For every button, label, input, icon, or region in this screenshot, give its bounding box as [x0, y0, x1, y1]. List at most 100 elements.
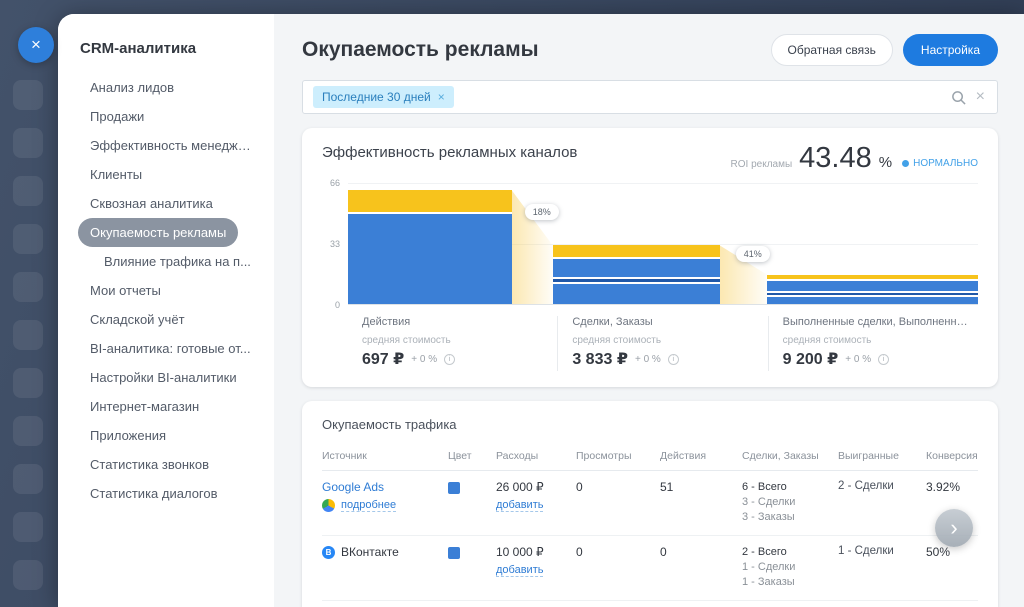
stage-cost-label: средняя стоимость — [362, 335, 549, 346]
expenses-add-link[interactable]: добавить — [496, 499, 543, 512]
table-column-header[interactable]: Просмотры — [576, 450, 660, 462]
background-app-icon — [13, 512, 43, 542]
stage-cost-label: средняя стоимость — [783, 335, 970, 346]
settings-button[interactable]: Настройка — [903, 34, 998, 66]
background-app-icon — [13, 464, 43, 494]
table-column-header[interactable]: Цвет — [448, 450, 496, 462]
search-icon[interactable] — [951, 90, 966, 105]
views-cell: 0 — [576, 545, 660, 590]
won-value: 2 - Сделки — [838, 480, 918, 492]
conversion-cell: 50% — [926, 545, 978, 590]
background-app-icon — [13, 560, 43, 590]
sidebar-item[interactable]: Эффективность менедже... — [78, 131, 266, 160]
sidebar-item[interactable]: Клиенты — [78, 160, 154, 189]
funnel-bar-segment — [348, 190, 512, 212]
info-icon[interactable]: i — [444, 354, 455, 365]
sidebar-item[interactable]: Анализ лидов — [78, 73, 186, 102]
color-swatch — [448, 547, 460, 559]
stage-delta: + 0 % — [411, 354, 437, 365]
table-column-header[interactable]: Выигранные — [838, 450, 926, 462]
stage-delta: + 0 % — [635, 354, 661, 365]
deal-line: 1 - Сделки — [742, 560, 830, 575]
sidebar-item[interactable]: Статистика диалогов — [78, 479, 230, 508]
background-app-icon — [13, 416, 43, 446]
table-column-header[interactable]: Действия — [660, 450, 742, 462]
info-icon[interactable]: i — [668, 354, 679, 365]
sidebar-item[interactable]: Интернет-магазин — [78, 392, 211, 421]
won-value: 1 - Сделки — [838, 545, 918, 557]
sidebar-item[interactable]: BI-аналитика: готовые от... — [78, 334, 263, 363]
table-column-header[interactable]: Источник — [322, 450, 448, 462]
table-column-header[interactable]: Расходы — [496, 450, 576, 462]
source-link[interactable]: Google Ads — [322, 480, 440, 494]
sidebar-item[interactable]: Продажи — [78, 102, 156, 131]
sidebar-item[interactable]: Настройки BI-аналитики — [78, 363, 249, 392]
sidebar-item[interactable]: Окупаемость рекламы — [78, 218, 238, 247]
actions-cell: 51 — [660, 480, 742, 525]
conversion-badge: 41% — [736, 246, 770, 262]
feedback-button[interactable]: Обратная связь — [771, 34, 893, 66]
expenses-value: 26 000 ₽ — [496, 480, 568, 494]
funnel-bar-segment — [767, 281, 978, 291]
funnel-bar[interactable] — [348, 190, 512, 304]
table-column-header[interactable]: Сделки, Заказы — [742, 450, 838, 462]
funnel-bar-segment — [767, 293, 978, 295]
background-app-icon — [13, 368, 43, 398]
funnel-bar-segment — [553, 284, 720, 304]
source-details-line: подробнее — [322, 499, 440, 512]
filter-tag-remove-icon[interactable]: × — [438, 90, 445, 104]
sidebar-item[interactable]: Влияние трафика на п... — [92, 247, 263, 276]
stage-value-row: 9 200 ₽+ 0 %i — [783, 349, 970, 369]
slider-panel: CRM-аналитика Анализ лидовПродажиЭффекти… — [58, 14, 1024, 607]
info-icon[interactable]: i — [878, 354, 889, 365]
background-app-icon — [13, 176, 43, 206]
roi-status-label: НОРМАЛЬНО — [913, 158, 978, 169]
sidebar-item[interactable]: Сквозная аналитика — [78, 189, 225, 218]
sidebar-item[interactable]: Приложения — [78, 421, 178, 450]
table-column-header[interactable]: Конверсия — [926, 450, 978, 462]
conversion-badge: 18% — [525, 204, 559, 220]
filter-search-bar[interactable]: Последние 30 дней × × — [302, 80, 998, 114]
views-cell: 0 — [576, 480, 660, 525]
funnel-bar[interactable] — [767, 275, 978, 304]
stage-value-row: 697 ₽+ 0 %i — [362, 349, 549, 369]
source-name: ВКонтакте — [341, 545, 399, 559]
page-title: Окупаемость рекламы — [302, 38, 539, 62]
background-app-icon — [13, 320, 43, 350]
sidebar-item[interactable]: Мои отчеты — [78, 276, 173, 305]
funnel-plot-area: 18% 41% — [348, 183, 978, 305]
close-slider-button[interactable]: × — [18, 27, 54, 63]
background-app-icon — [13, 80, 43, 110]
google-ads-icon — [322, 499, 335, 512]
funnel-bar-segment — [553, 259, 720, 277]
filter-tag[interactable]: Последние 30 дней × — [313, 86, 454, 108]
funnel-bar-segment — [767, 297, 978, 304]
roi-indicator: ROI рекламы 43.48 % НОРМАЛЬНО — [731, 142, 978, 175]
funnel-bar-segment — [348, 214, 512, 304]
sidebar-item[interactable]: Складской учёт — [78, 305, 197, 334]
traffic-table: ИсточникЦветРасходыПросмотрыДействияСдел… — [322, 442, 978, 601]
actions-cell: 0 — [660, 545, 742, 590]
expenses-cell: 10 000 ₽добавить — [496, 545, 576, 590]
sidebar-item[interactable]: Статистика звонков — [78, 450, 221, 479]
stage-cost-label: средняя стоимость — [572, 335, 759, 346]
stage-name: Сделки, Заказы — [572, 316, 759, 328]
funnel-stage-summary: Сделки, Заказы средняя стоимость 3 833 ₽ + … — [557, 316, 767, 371]
source-cell: BВКонтакте — [322, 545, 448, 590]
deal-line: 1 - Заказы — [742, 575, 830, 590]
table-scroll-right-button[interactable]: › — [935, 509, 973, 547]
deal-line: 2 - Всего — [742, 545, 830, 560]
background-app-icon — [13, 272, 43, 302]
source-details-link[interactable]: подробнее — [341, 499, 396, 512]
funnel-bar[interactable] — [553, 245, 720, 304]
stage-cost-value: 3 833 ₽ — [572, 349, 628, 369]
clear-filter-icon[interactable]: × — [974, 88, 987, 106]
expenses-add-link[interactable]: добавить — [496, 564, 543, 577]
funnel-stage-summary: Выполненные сделки, Выполненные заказыср… — [768, 316, 978, 371]
funnel-bar-segment — [553, 245, 720, 257]
source-line: BВКонтакте — [322, 545, 440, 559]
funnel-bar-segment — [767, 275, 978, 279]
color-cell — [448, 545, 496, 590]
deals-cell: 2 - Всего1 - Сделки1 - Заказы — [742, 545, 838, 590]
deal-line: 3 - Заказы — [742, 510, 830, 525]
